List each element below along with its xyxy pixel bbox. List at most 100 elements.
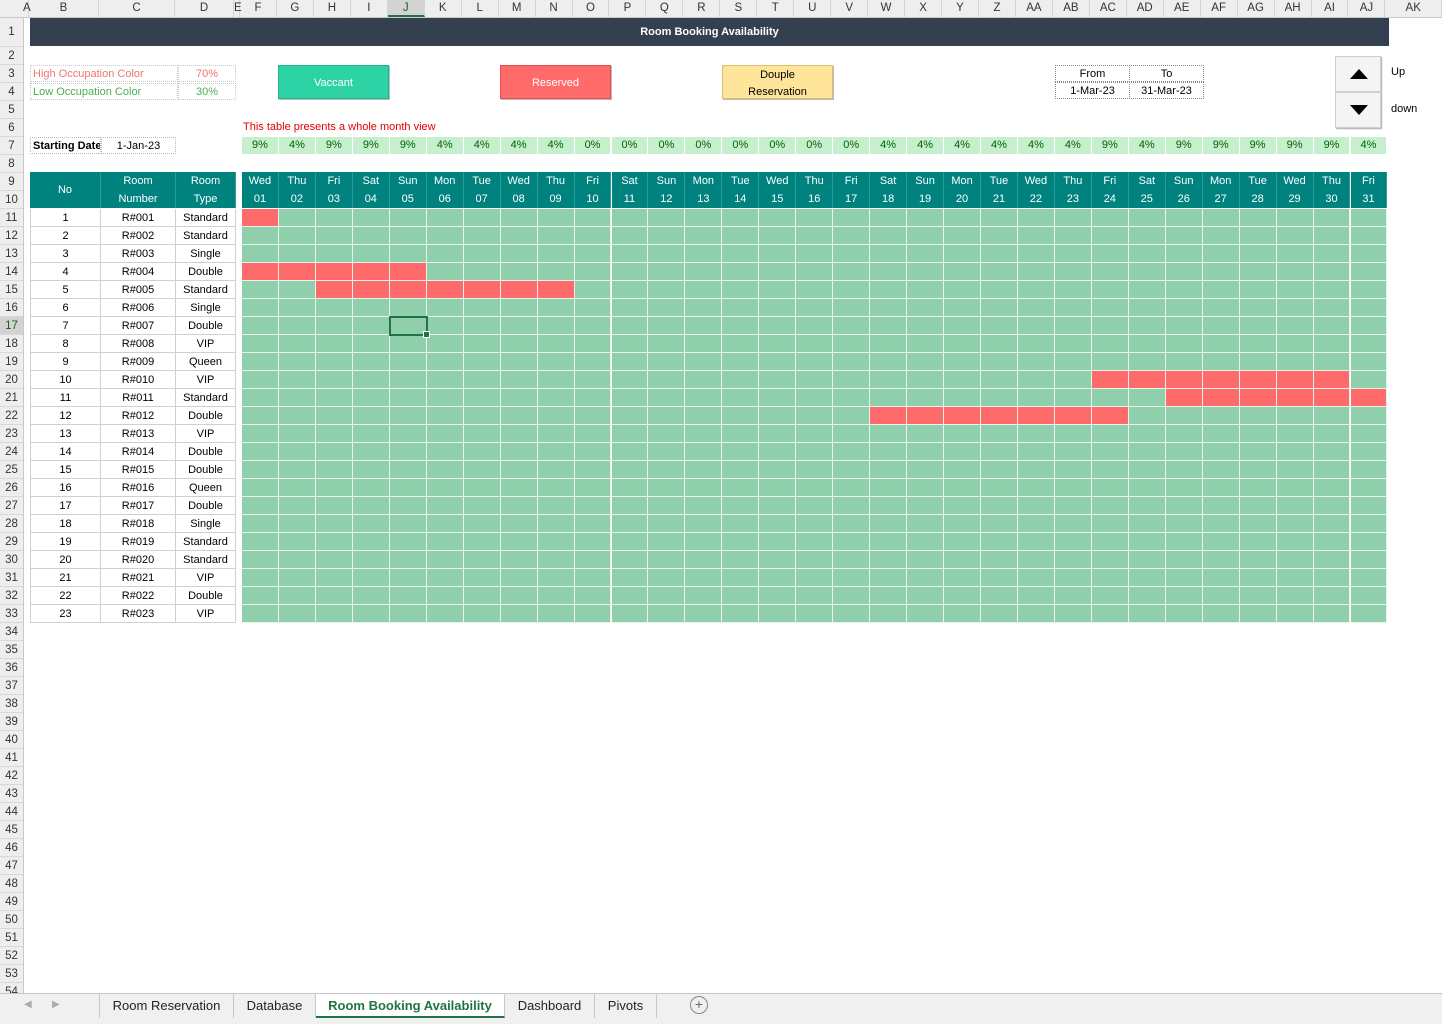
- vacant-cell[interactable]: [278, 461, 316, 479]
- vacant-cell[interactable]: [315, 335, 353, 353]
- row-header-33[interactable]: 33: [0, 605, 23, 623]
- vacant-cell[interactable]: [1165, 479, 1203, 497]
- vacant-cell[interactable]: [981, 335, 1018, 353]
- vacant-cell[interactable]: [907, 317, 945, 335]
- vacant-cell[interactable]: [1202, 587, 1240, 605]
- vacant-cell[interactable]: [685, 443, 723, 461]
- vacant-cell[interactable]: [611, 245, 649, 263]
- vacant-cell[interactable]: [759, 317, 797, 335]
- vacant-cell[interactable]: [1128, 389, 1166, 407]
- tab-scroll-left-icon[interactable]: ◀: [24, 999, 32, 1010]
- vacant-cell[interactable]: [833, 443, 871, 461]
- vacant-cell[interactable]: [1165, 569, 1203, 587]
- vacant-cell[interactable]: [1017, 533, 1055, 551]
- vacant-cell[interactable]: [870, 389, 908, 407]
- vacant-cell[interactable]: [1313, 443, 1351, 461]
- vacant-cell[interactable]: [1091, 335, 1129, 353]
- vacant-cell[interactable]: [981, 587, 1018, 605]
- vacant-cell[interactable]: [907, 605, 945, 623]
- row-header-24[interactable]: 24: [0, 443, 23, 461]
- vacant-cell[interactable]: [1054, 245, 1092, 263]
- vacant-cell[interactable]: [1276, 515, 1314, 533]
- vacant-cell[interactable]: [426, 317, 464, 335]
- vacant-cell[interactable]: [1165, 443, 1203, 461]
- vacant-cell[interactable]: [1202, 443, 1240, 461]
- vacant-cell[interactable]: [981, 209, 1018, 227]
- vacant-cell[interactable]: [907, 245, 945, 263]
- column-header-g[interactable]: G: [277, 0, 314, 17]
- vacant-cell[interactable]: [1054, 371, 1092, 389]
- vacant-cell[interactable]: [1202, 353, 1240, 371]
- reserved-cell[interactable]: [870, 407, 908, 425]
- vacant-cell[interactable]: [981, 515, 1018, 533]
- reserved-cell[interactable]: [278, 263, 316, 281]
- vacant-cell[interactable]: [1091, 533, 1129, 551]
- vacant-cell[interactable]: [352, 299, 390, 317]
- vacant-cell[interactable]: [1202, 497, 1240, 515]
- vacant-cell[interactable]: [389, 407, 427, 425]
- vacant-cell[interactable]: [1276, 317, 1314, 335]
- vacant-cell[interactable]: [1313, 461, 1351, 479]
- vacant-cell[interactable]: [537, 551, 575, 569]
- vacant-cell[interactable]: [685, 209, 723, 227]
- vacant-cell[interactable]: [500, 263, 538, 281]
- row-header-44[interactable]: 44: [0, 803, 23, 821]
- column-header-i[interactable]: I: [351, 0, 388, 17]
- vacant-cell[interactable]: [1017, 515, 1055, 533]
- vacant-cell[interactable]: [870, 443, 908, 461]
- vacant-cell[interactable]: [1350, 227, 1388, 245]
- vacant-cell[interactable]: [944, 335, 981, 353]
- row-header-12[interactable]: 12: [0, 227, 23, 245]
- vacant-cell[interactable]: [1017, 335, 1055, 353]
- high-occupation-value[interactable]: 70%: [178, 65, 236, 82]
- vacant-cell[interactable]: [574, 407, 612, 425]
- vacant-cell[interactable]: [907, 515, 945, 533]
- vacant-cell[interactable]: [722, 353, 760, 371]
- row-header-35[interactable]: 35: [0, 641, 23, 659]
- vacant-cell[interactable]: [352, 209, 390, 227]
- vacant-cell[interactable]: [389, 497, 427, 515]
- vacant-cell[interactable]: [907, 569, 945, 587]
- vacant-cell[interactable]: [242, 515, 279, 533]
- vacant-cell[interactable]: [1128, 479, 1166, 497]
- vacant-cell[interactable]: [1017, 587, 1055, 605]
- vacant-cell[interactable]: [1350, 551, 1388, 569]
- vacant-cell[interactable]: [870, 569, 908, 587]
- vacant-cell[interactable]: [685, 425, 723, 443]
- vacant-cell[interactable]: [833, 551, 871, 569]
- reserved-legend-button[interactable]: Reserved: [500, 65, 611, 99]
- vacant-cell[interactable]: [1202, 263, 1240, 281]
- vacant-cell[interactable]: [1202, 533, 1240, 551]
- vacant-cell[interactable]: [1350, 299, 1388, 317]
- vacant-cell[interactable]: [1276, 479, 1314, 497]
- vacant-cell[interactable]: [426, 407, 464, 425]
- row-header-53[interactable]: 53: [0, 965, 23, 983]
- vacant-cell[interactable]: [278, 515, 316, 533]
- vacant-cell[interactable]: [242, 353, 279, 371]
- scroll-down-button[interactable]: [1335, 92, 1381, 128]
- vacant-cell[interactable]: [759, 407, 797, 425]
- column-header-m[interactable]: M: [499, 0, 536, 17]
- vacant-cell[interactable]: [1239, 551, 1277, 569]
- vacant-cell[interactable]: [500, 461, 538, 479]
- vacant-cell[interactable]: [242, 227, 279, 245]
- vacant-cell[interactable]: [537, 299, 575, 317]
- vacant-cell[interactable]: [1017, 281, 1055, 299]
- vacant-cell[interactable]: [833, 281, 871, 299]
- vacant-cell[interactable]: [352, 569, 390, 587]
- vacant-cell[interactable]: [759, 605, 797, 623]
- vacant-cell[interactable]: [870, 335, 908, 353]
- vacant-cell[interactable]: [389, 209, 427, 227]
- vacant-cell[interactable]: [574, 209, 612, 227]
- vacant-cell[interactable]: [1054, 263, 1092, 281]
- row-header-37[interactable]: 37: [0, 677, 23, 695]
- vacant-cell[interactable]: [981, 479, 1018, 497]
- vacant-cell[interactable]: [315, 317, 353, 335]
- vacant-cell[interactable]: [1313, 317, 1351, 335]
- vacant-cell[interactable]: [426, 227, 464, 245]
- vacant-cell[interactable]: [611, 335, 649, 353]
- row-header-38[interactable]: 38: [0, 695, 23, 713]
- vacant-cell[interactable]: [500, 371, 538, 389]
- vacant-cell[interactable]: [242, 479, 279, 497]
- vacant-cell[interactable]: [981, 281, 1018, 299]
